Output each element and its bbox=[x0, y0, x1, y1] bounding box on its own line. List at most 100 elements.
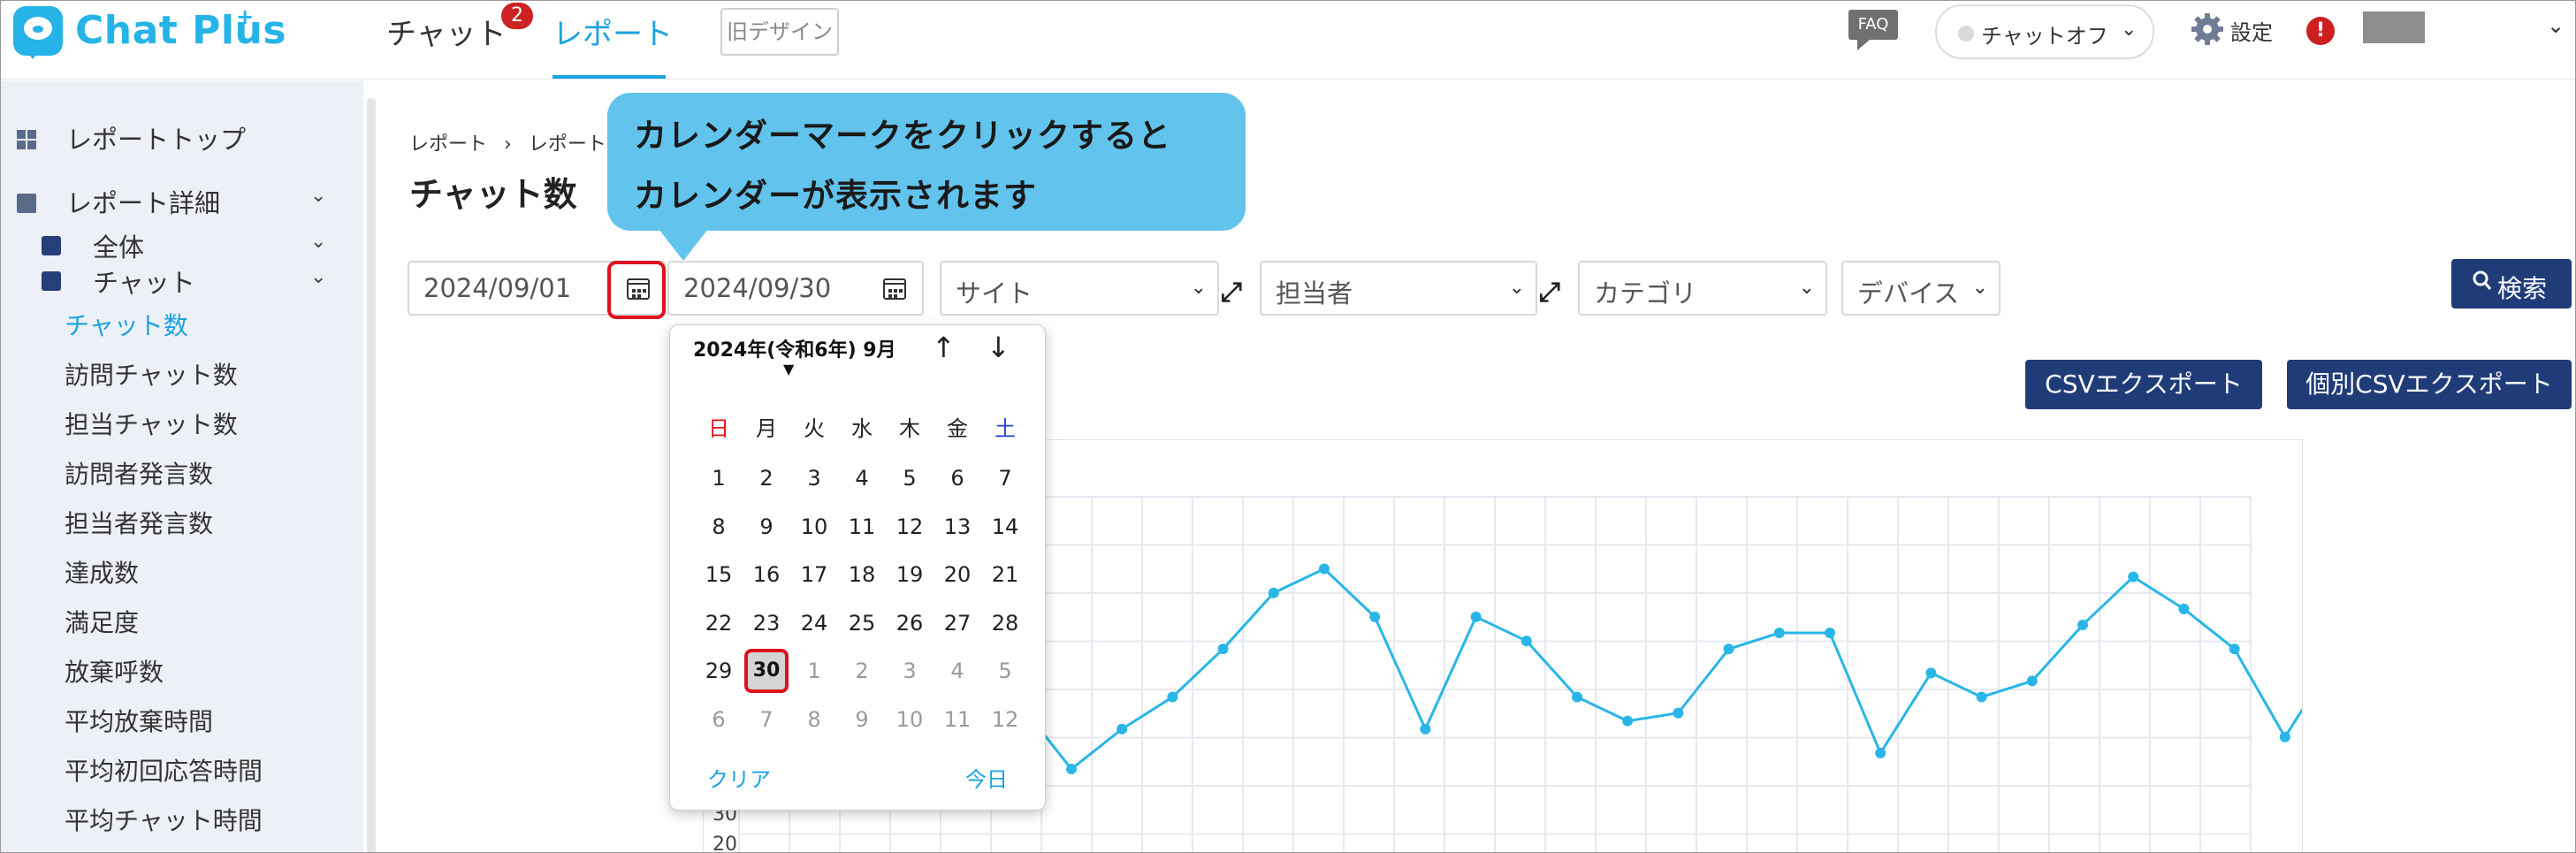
category-select[interactable]: カテゴリ ⌄ bbox=[1578, 261, 1827, 316]
expand-icon[interactable]: ⤢ bbox=[1221, 277, 1242, 308]
gear-icon[interactable] bbox=[2190, 11, 2225, 47]
sidebar-item-all[interactable]: 全体 bbox=[93, 227, 144, 264]
calendar-day[interactable]: 4 bbox=[838, 456, 886, 500]
data-point[interactable] bbox=[1520, 636, 1532, 647]
sidebar-link-visitor-messages[interactable]: 訪問者発言数 bbox=[65, 455, 213, 491]
calendar-day[interactable]: 7 bbox=[743, 697, 790, 742]
data-point[interactable] bbox=[1268, 587, 1279, 598]
sidebar-link-assigned-chat-count[interactable]: 担当チャット数 bbox=[65, 406, 238, 441]
individual-csv-export-button[interactable]: 個別CSVエクスポート bbox=[2287, 360, 2572, 409]
calendar-day[interactable]: 28 bbox=[981, 601, 1029, 645]
old-design-button[interactable]: 旧デザイン bbox=[720, 8, 839, 56]
site-select[interactable]: サイト ⌄ bbox=[940, 261, 1219, 316]
calendar-day[interactable]: 6 bbox=[695, 697, 743, 742]
data-point[interactable] bbox=[1773, 628, 1785, 639]
calendar-day[interactable]: 16 bbox=[743, 552, 790, 597]
data-point[interactable] bbox=[1420, 723, 1431, 735]
calendar-day[interactable]: 13 bbox=[934, 505, 981, 549]
data-point[interactable] bbox=[1319, 563, 1330, 575]
user-menu-chevron-icon[interactable]: ⌄ bbox=[2547, 13, 2565, 38]
data-point[interactable] bbox=[1217, 644, 1229, 655]
calendar-day[interactable]: 5 bbox=[981, 649, 1029, 693]
calendar-day[interactable]: 29 bbox=[695, 649, 743, 693]
data-point[interactable] bbox=[1470, 611, 1482, 622]
sidebar-link-agent-messages[interactable]: 担当者発言数 bbox=[65, 505, 213, 540]
data-point[interactable] bbox=[1622, 715, 1634, 727]
faq-icon[interactable]: FAQ bbox=[1848, 10, 1898, 40]
calendar-day[interactable]: 7 bbox=[981, 456, 1029, 500]
data-point[interactable] bbox=[2279, 731, 2290, 743]
sidebar-item-chat[interactable]: チャット bbox=[93, 263, 195, 300]
sidebar-link-avg-abandon-time[interactable]: 平均放棄時間 bbox=[65, 703, 213, 738]
tab-chat[interactable]: チャット bbox=[386, 10, 507, 53]
sidebar-scrollbar[interactable] bbox=[367, 98, 376, 852]
sidebar-link-chat-count[interactable]: チャット数 bbox=[65, 307, 188, 342]
calendar-day[interactable]: 25 bbox=[838, 601, 886, 645]
calendar-day[interactable]: 26 bbox=[886, 601, 934, 645]
calendar-day[interactable]: 18 bbox=[838, 552, 886, 597]
data-point[interactable] bbox=[2178, 603, 2190, 614]
calendar-day[interactable]: 3 bbox=[790, 456, 838, 500]
data-point[interactable] bbox=[1673, 707, 1684, 719]
calendar-day[interactable]: 6 bbox=[934, 456, 981, 500]
data-point[interactable] bbox=[1117, 723, 1128, 735]
calendar-day[interactable]: 11 bbox=[838, 505, 886, 549]
sidebar-link-abandoned-calls[interactable]: 放棄呼数 bbox=[65, 653, 164, 689]
calendar-day[interactable]: 2 bbox=[743, 456, 790, 500]
calendar-day[interactable]: 24 bbox=[790, 601, 838, 645]
data-point[interactable] bbox=[2128, 571, 2139, 583]
data-point[interactable] bbox=[1925, 667, 1937, 679]
data-point[interactable] bbox=[1875, 747, 1886, 758]
user-avatar[interactable] bbox=[2363, 11, 2425, 43]
data-point[interactable] bbox=[1066, 764, 1077, 775]
settings-link[interactable]: 設定 bbox=[2230, 15, 2273, 46]
data-point[interactable] bbox=[1976, 691, 1987, 703]
calendar-day[interactable]: 10 bbox=[790, 505, 838, 549]
chevron-down-icon[interactable]: ⌄ bbox=[310, 266, 326, 288]
calendar-day[interactable]: 9 bbox=[743, 505, 790, 549]
data-point[interactable] bbox=[2077, 619, 2088, 630]
calendar-day[interactable]: 23 bbox=[743, 601, 790, 645]
calendar-clear-button[interactable]: クリア bbox=[707, 762, 771, 793]
calendar-day[interactable]: 4 bbox=[934, 649, 981, 693]
calendar-day[interactable]: 9 bbox=[838, 697, 886, 742]
data-point[interactable] bbox=[2229, 644, 2240, 655]
data-point[interactable] bbox=[1369, 611, 1381, 622]
calendar-month-title[interactable]: 2024年(令和6年) 9月 bbox=[693, 334, 896, 362]
search-button[interactable]: 検索 bbox=[2451, 259, 2572, 308]
agent-select[interactable]: 担当者 ⌄ bbox=[1260, 261, 1537, 316]
alert-icon[interactable]: ! bbox=[2306, 17, 2335, 45]
arrow-down-icon[interactable]: ↓ bbox=[987, 331, 1010, 364]
calendar-day[interactable]: 12 bbox=[886, 505, 934, 549]
calendar-day[interactable]: 3 bbox=[886, 649, 934, 693]
calendar-day[interactable]: 21 bbox=[981, 552, 1029, 597]
csv-export-button[interactable]: CSVエクスポート bbox=[2025, 360, 2262, 409]
data-point[interactable] bbox=[1572, 691, 1582, 703]
calendar-day[interactable]: 8 bbox=[790, 697, 838, 742]
calendar-day[interactable]: 1 bbox=[790, 649, 838, 693]
sidebar-link-avg-first-response[interactable]: 平均初回応答時間 bbox=[65, 752, 263, 788]
sidebar-item-report-top[interactable]: レポートトップ bbox=[66, 119, 246, 156]
calendar-day[interactable]: 17 bbox=[790, 552, 838, 597]
calendar-day-selected[interactable]: 30 bbox=[744, 649, 789, 693]
breadcrumb-root[interactable]: レポート bbox=[409, 133, 487, 156]
calendar-today-button[interactable]: 今日 bbox=[965, 762, 1008, 793]
calendar-day[interactable]: 15 bbox=[695, 552, 743, 597]
chevron-down-icon[interactable]: ⌄ bbox=[310, 231, 326, 253]
arrow-up-icon[interactable]: ↑ bbox=[932, 331, 956, 364]
sidebar-link-avg-chat-time[interactable]: 平均チャット時間 bbox=[65, 802, 263, 837]
calendar-day[interactable]: 8 bbox=[695, 505, 743, 549]
chevron-down-icon[interactable]: ⌄ bbox=[310, 185, 326, 207]
calendar-day[interactable]: 19 bbox=[886, 552, 934, 597]
calendar-day[interactable]: 2 bbox=[838, 649, 886, 693]
data-point[interactable] bbox=[2026, 675, 2038, 687]
calendar-day[interactable]: 20 bbox=[934, 552, 981, 597]
calendar-day[interactable]: 12 bbox=[981, 697, 1029, 742]
sidebar-item-report-detail[interactable]: レポート詳細 bbox=[66, 183, 220, 220]
expand-icon[interactable]: ⤢ bbox=[1539, 277, 1560, 308]
device-select[interactable]: デバイス ⌄ bbox=[1841, 261, 2001, 316]
calendar-day[interactable]: 10 bbox=[886, 697, 934, 742]
sidebar-link-satisfaction[interactable]: 満足度 bbox=[65, 604, 139, 639]
calendar-day[interactable]: 22 bbox=[695, 601, 743, 645]
data-point[interactable] bbox=[1825, 628, 1835, 639]
